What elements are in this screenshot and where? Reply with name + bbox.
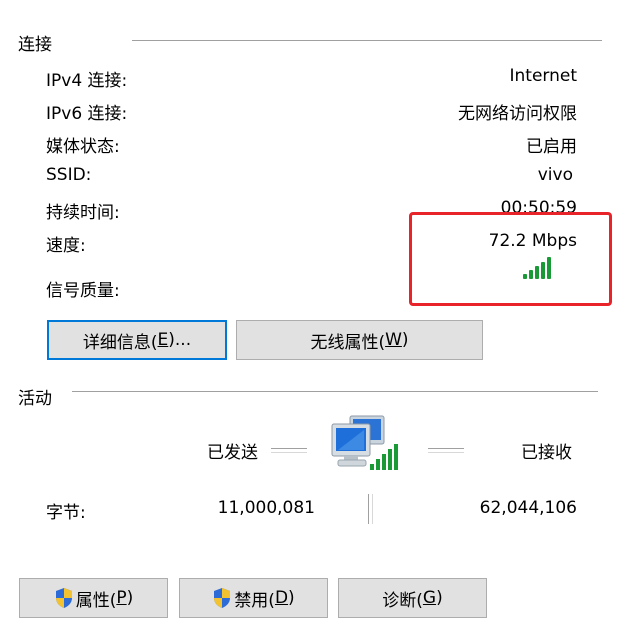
shield-icon	[214, 588, 231, 608]
wireless-properties-button[interactable]: 无线属性(W)	[236, 320, 483, 360]
disable-button-accesskey: D	[274, 588, 289, 608]
diagnose-button[interactable]: 诊断(G)	[338, 578, 487, 618]
diagnose-button-label: 诊断(	[382, 590, 423, 611]
duration-label: 持续时间:	[46, 203, 120, 223]
received-line	[428, 448, 464, 453]
media-state-value: 已启用	[526, 137, 577, 157]
disable-button-label: 禁用(	[234, 590, 275, 611]
details-button-accesskey: E	[157, 330, 169, 350]
connection-section-title: 连接	[18, 35, 52, 55]
network-computers-icon	[331, 415, 398, 470]
connection-separator	[132, 40, 602, 41]
bytes-sent-value: 11,000,081	[217, 498, 315, 518]
ipv6-value: 无网络访问权限	[458, 104, 577, 124]
sent-line	[271, 448, 307, 453]
diagnose-button-accesskey: G	[422, 588, 437, 608]
activity-section-title: 活动	[18, 389, 52, 409]
sent-label: 已发送	[207, 443, 258, 463]
bytes-received-value: 62,044,106	[479, 498, 577, 518]
highlight-box	[409, 212, 612, 306]
speed-label: 速度:	[46, 236, 86, 256]
ssid-value: vivo	[537, 165, 573, 185]
bytes-label: 字节:	[46, 503, 86, 523]
details-button-label: 详细信息(	[82, 332, 158, 353]
wireless-button-suffix: )	[401, 330, 409, 350]
details-button[interactable]: 详细信息(E)...	[47, 320, 227, 360]
properties-button-suffix: )	[126, 588, 134, 608]
wireless-button-label: 无线属性(	[310, 332, 386, 353]
disable-button-suffix: )	[288, 588, 295, 608]
ipv4-label: IPv4 连接:	[46, 71, 128, 91]
received-label: 已接收	[521, 443, 572, 463]
ssid-label: SSID:	[46, 165, 92, 185]
ipv4-value: Internet	[509, 66, 577, 86]
details-button-suffix: )...	[168, 330, 192, 350]
activity-separator	[72, 391, 598, 392]
signal-quality-label: 信号质量:	[46, 281, 120, 301]
bytes-divider	[368, 494, 373, 524]
wireless-button-accesskey: W	[385, 330, 402, 350]
disable-button[interactable]: 禁用(D)	[179, 578, 328, 618]
properties-button[interactable]: 属性(P)	[19, 578, 168, 618]
properties-button-label: 属性(	[75, 590, 117, 611]
ipv6-label: IPv6 连接:	[46, 104, 128, 124]
properties-button-accesskey: P	[116, 588, 127, 608]
shield-icon	[55, 588, 72, 608]
diagnose-button-suffix: )	[436, 588, 443, 608]
media-state-label: 媒体状态:	[46, 137, 120, 157]
